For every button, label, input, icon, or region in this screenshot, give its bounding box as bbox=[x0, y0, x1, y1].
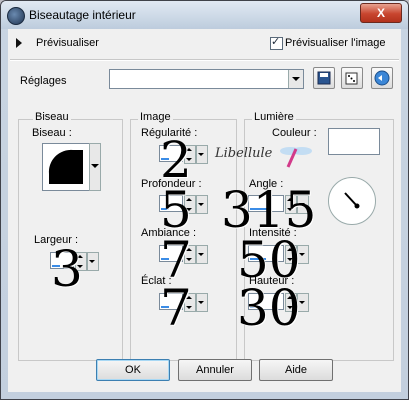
smoothness-dropdown[interactable] bbox=[196, 145, 208, 164]
dialog-body: Prévisualiser ✓ Prévisualiser l'image Ré… bbox=[8, 29, 401, 392]
dialog-window: Biseautage intérieur X Prévisualiser ✓ P… bbox=[0, 0, 409, 400]
close-button[interactable]: X bbox=[360, 3, 402, 23]
shininess-spinner[interactable] bbox=[159, 293, 219, 312]
shininess-dropdown[interactable] bbox=[196, 293, 208, 312]
dragonfly-icon bbox=[280, 147, 312, 168]
randomize-button[interactable] bbox=[341, 67, 363, 89]
elevation-label: Hauteur : bbox=[249, 275, 295, 287]
elevation-input[interactable] bbox=[248, 293, 284, 310]
angle-dial-icon bbox=[344, 192, 360, 209]
separator bbox=[10, 59, 399, 61]
depth-updown[interactable] bbox=[184, 195, 196, 214]
reset-icon bbox=[374, 70, 390, 86]
elevation-spinner[interactable] bbox=[248, 293, 309, 312]
checkmark-icon: ✓ bbox=[271, 36, 281, 48]
image-group-title: Image bbox=[138, 111, 173, 123]
bevel-dropdown[interactable] bbox=[89, 143, 101, 191]
watermark-text: Libellule bbox=[215, 146, 273, 161]
window-title: Biseautage intérieur bbox=[29, 8, 136, 22]
angle-dropdown[interactable] bbox=[297, 195, 309, 214]
ambience-updown[interactable] bbox=[184, 245, 196, 264]
bevel-shape-preview[interactable] bbox=[42, 143, 90, 191]
settings-label: Réglages bbox=[20, 75, 67, 87]
dice-icon bbox=[345, 72, 358, 85]
width-dropdown[interactable] bbox=[87, 252, 99, 271]
depth-dropdown[interactable] bbox=[196, 195, 208, 214]
angle-label: Angle : bbox=[249, 178, 284, 190]
bevel-shape-icon bbox=[48, 149, 83, 184]
angle-spinner[interactable] bbox=[248, 195, 309, 214]
shininess-label: Éclat : bbox=[141, 275, 172, 287]
app-icon bbox=[7, 7, 25, 25]
depth-spinner[interactable] bbox=[159, 195, 219, 214]
angle-input[interactable] bbox=[248, 195, 284, 212]
preview-image-checkbox[interactable]: ✓ bbox=[270, 36, 283, 50]
smoothness-spinner[interactable] bbox=[159, 145, 219, 164]
cancel-button[interactable]: Annuler bbox=[178, 359, 252, 381]
width-input[interactable] bbox=[50, 252, 74, 269]
ok-button[interactable]: OK bbox=[96, 359, 170, 381]
smoothness-input[interactable] bbox=[159, 145, 183, 162]
intensity-updown[interactable] bbox=[285, 245, 297, 264]
ambience-dropdown[interactable] bbox=[196, 245, 208, 264]
preview-bar: Prévisualiser ✓ Prévisualiser l'image bbox=[8, 29, 401, 57]
preview-image-label: Prévisualiser l'image bbox=[285, 37, 386, 49]
settings-combo[interactable] bbox=[109, 69, 304, 89]
help-button[interactable]: Aide bbox=[259, 359, 333, 381]
combo-arrow-icon[interactable] bbox=[288, 70, 303, 88]
save-preset-button[interactable] bbox=[313, 67, 335, 89]
depth-input[interactable] bbox=[159, 195, 183, 212]
light-group-title: Lumière bbox=[252, 111, 296, 123]
bevel-group-title: Biseau bbox=[33, 111, 71, 123]
smoothness-updown[interactable] bbox=[184, 145, 196, 164]
light-angle-dial[interactable] bbox=[328, 177, 376, 225]
expand-arrow-icon[interactable] bbox=[16, 38, 22, 48]
intensity-input[interactable] bbox=[248, 245, 284, 262]
save-icon bbox=[317, 71, 331, 85]
angle-updown[interactable] bbox=[285, 195, 297, 214]
shininess-updown[interactable] bbox=[184, 293, 196, 312]
reset-button[interactable] bbox=[371, 67, 393, 89]
color-label: Couleur : bbox=[272, 127, 317, 139]
light-color-swatch[interactable] bbox=[328, 128, 380, 155]
intensity-label: Intensité : bbox=[249, 227, 297, 239]
ambience-label: Ambiance : bbox=[141, 227, 197, 239]
intensity-spinner[interactable] bbox=[248, 245, 309, 264]
smoothness-label: Régularité : bbox=[141, 127, 198, 139]
width-updown[interactable] bbox=[75, 252, 87, 271]
ambience-spinner[interactable] bbox=[159, 245, 219, 264]
shininess-input[interactable] bbox=[159, 293, 183, 310]
bevel-label: Biseau : bbox=[32, 127, 72, 139]
intensity-dropdown[interactable] bbox=[297, 245, 309, 264]
elevation-updown[interactable] bbox=[285, 293, 297, 312]
title-bar[interactable]: Biseautage intérieur X bbox=[1, 1, 408, 29]
width-spinner[interactable] bbox=[50, 252, 110, 271]
width-label: Largeur : bbox=[34, 234, 79, 246]
depth-label: Profondeur : bbox=[141, 178, 202, 190]
preview-label[interactable]: Prévisualiser bbox=[36, 37, 99, 49]
ambience-input[interactable] bbox=[159, 245, 183, 262]
elevation-dropdown[interactable] bbox=[297, 293, 309, 312]
